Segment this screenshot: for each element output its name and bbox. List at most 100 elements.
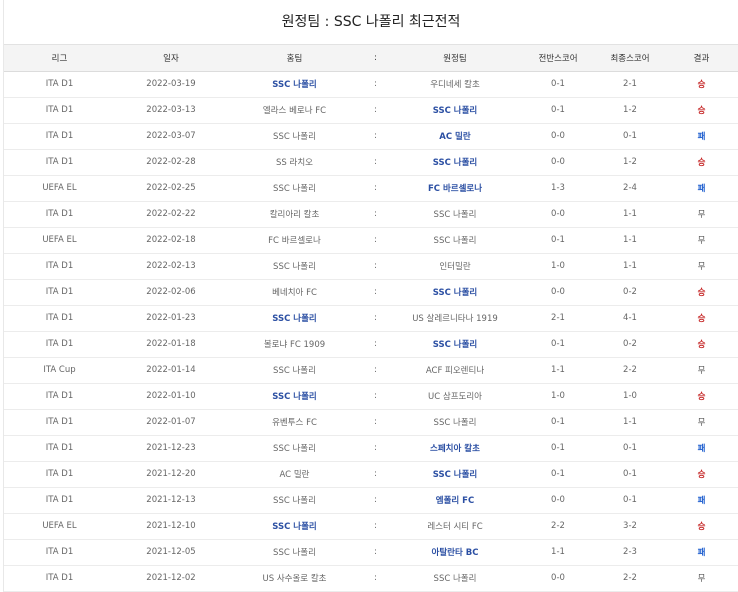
date-cell: 2021-12-10 [115,513,227,540]
away-team-cell: SSC 나폴리 [389,201,521,228]
header-half-score: 전반스코어 [521,45,595,72]
final-score-cell: 2-2 [595,357,665,384]
recent-results-panel: 원정팀 : SSC 나폴리 최근전적 리그 일자 홈팀 : 원정팀 전반스코어 … [3,0,738,592]
date-cell: 2022-03-13 [115,97,227,124]
away-team-cell: SSC 나폴리 [389,409,521,436]
home-team-cell: SSC 나폴리 [227,539,362,566]
separator-cell: : [362,175,389,202]
away-team-cell: SSC 나폴리 [389,331,521,358]
result-cell: 무 [665,565,738,592]
half-score-cell: 0-0 [521,279,595,306]
home-team-cell: SS 라치오 [227,149,362,176]
league-cell: ITA D1 [4,201,115,228]
final-score-cell: 1-2 [595,149,665,176]
table-row: ITA D1 2022-03-07 SSC 나폴리: AC 밀란 0-0 0-1 패 [4,123,738,150]
separator-cell: : [362,123,389,150]
final-score-cell: 4-1 [595,305,665,332]
home-team-cell: SSC 나폴리 [227,357,362,384]
half-score-cell: 1-1 [521,539,595,566]
date-cell: 2022-02-28 [115,149,227,176]
half-score-cell: 0-1 [521,227,595,254]
final-score-cell: 0-2 [595,331,665,358]
league-cell: ITA D1 [4,97,115,124]
home-team-cell: SSC 나폴리 [227,305,362,332]
header-separator: : [362,45,389,72]
final-score-cell: 3-2 [595,513,665,540]
separator-cell: : [362,331,389,358]
table-row: ITA D1 2022-03-19 SSC 나폴리: 우디네세 칼초 0-1 2-1 승 [4,71,738,98]
result-cell: 승 [665,71,738,98]
result-cell: 무 [665,357,738,384]
final-score-cell: 2-3 [595,539,665,566]
header-league: 리그 [4,45,115,72]
separator-cell: : [362,279,389,306]
home-team-cell: 유벤투스 FC [227,409,362,436]
result-cell: 패 [665,175,738,202]
result-cell: 패 [665,123,738,150]
separator-cell: : [362,71,389,98]
half-score-cell: 0-0 [521,123,595,150]
half-score-cell: 0-1 [521,409,595,436]
away-team-cell: UC 삼프도리아 [389,383,521,410]
final-score-cell: 1-1 [595,253,665,280]
league-cell: ITA D1 [4,487,115,514]
home-team-cell: 베네치아 FC [227,279,362,306]
away-team-cell: SSC 나폴리 [389,565,521,592]
final-score-cell: 1-1 [595,201,665,228]
half-score-cell: 0-0 [521,565,595,592]
date-cell: 2022-02-25 [115,175,227,202]
page-title: 원정팀 : SSC 나폴리 최근전적 [4,0,738,45]
half-score-cell: 1-3 [521,175,595,202]
league-cell: ITA D1 [4,565,115,592]
home-team-cell: SSC 나폴리 [227,71,362,98]
date-cell: 2022-02-06 [115,279,227,306]
league-cell: UEFA EL [4,513,115,540]
final-score-cell: 0-1 [595,123,665,150]
away-team-cell: 스페치아 칼초 [389,435,521,462]
separator-cell: : [362,253,389,280]
final-score-cell: 0-1 [595,435,665,462]
date-cell: 2022-02-22 [115,201,227,228]
home-team-cell: SSC 나폴리 [227,253,362,280]
away-team-cell: SSC 나폴리 [389,279,521,306]
home-team-cell: 볼로냐 FC 1909 [227,331,362,358]
table-row: ITA D1 2022-02-13 SSC 나폴리: 인터밀란 1-0 1-1 무 [4,253,738,280]
table-row: UEFA EL 2021-12-10 SSC 나폴리: 레스터 시티 FC 2-2 3-2… [4,513,738,540]
table-row: ITA D1 2022-02-22 칼리아리 칼초: SSC 나폴리 0-0 1-1 무 [4,201,738,228]
separator-cell: : [362,513,389,540]
final-score-cell: 0-2 [595,279,665,306]
away-team-cell: AC 밀란 [389,123,521,150]
table-row: ITA D1 2021-12-05 SSC 나폴리: 아탈란타 BC 1-1 2-3 패 [4,539,738,566]
result-cell: 승 [665,513,738,540]
league-cell: UEFA EL [4,175,115,202]
home-team-cell: 엘라스 베로나 FC [227,97,362,124]
league-cell: ITA D1 [4,435,115,462]
half-score-cell: 2-1 [521,305,595,332]
away-team-cell: ACF 피오렌티나 [389,357,521,384]
separator-cell: : [362,409,389,436]
league-cell: ITA D1 [4,539,115,566]
home-team-cell: US 사수올로 칼초 [227,565,362,592]
away-team-cell: 인터밀란 [389,253,521,280]
half-score-cell: 0-0 [521,201,595,228]
table-row: ITA D1 2022-01-10 SSC 나폴리: UC 삼프도리아 1-0 1-0 승 [4,383,738,410]
result-cell: 승 [665,97,738,124]
final-score-cell: 0-1 [595,487,665,514]
date-cell: 2022-01-23 [115,305,227,332]
table-row: ITA D1 2021-12-20 AC 밀란: SSC 나폴리 0-1 0-1 승 [4,461,738,488]
result-cell: 패 [665,539,738,566]
half-score-cell: 0-0 [521,149,595,176]
final-score-cell: 1-1 [595,409,665,436]
half-score-cell: 1-0 [521,253,595,280]
home-team-cell: SSC 나폴리 [227,513,362,540]
date-cell: 2021-12-02 [115,565,227,592]
away-team-cell: SSC 나폴리 [389,97,521,124]
table-row: ITA D1 2022-01-23 SSC 나폴리: US 살레르니타나 1919 2-… [4,305,738,332]
date-cell: 2021-12-20 [115,461,227,488]
separator-cell: : [362,539,389,566]
half-score-cell: 1-1 [521,357,595,384]
date-cell: 2022-03-07 [115,123,227,150]
separator-cell: : [362,97,389,124]
league-cell: ITA D1 [4,279,115,306]
date-cell: 2022-01-07 [115,409,227,436]
